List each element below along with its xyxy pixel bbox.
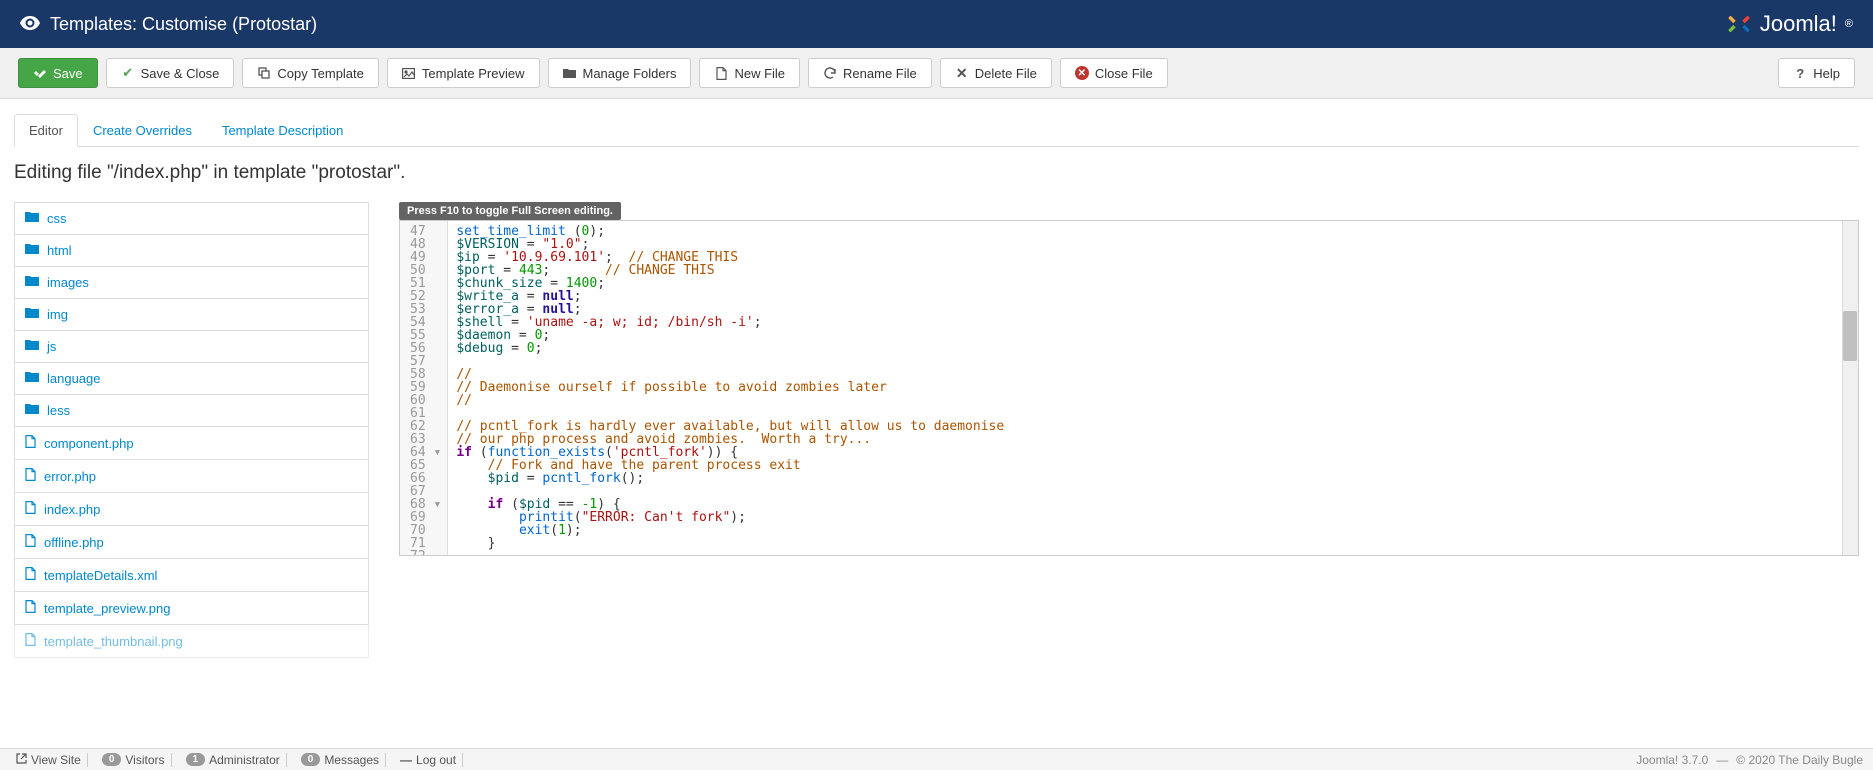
tree-file[interactable]: index.php (14, 492, 369, 526)
brand-text: Joomla! (1760, 11, 1837, 37)
close-file-button[interactable]: ✕ Close File (1060, 58, 1168, 88)
new-file-button[interactable]: New File (699, 58, 800, 88)
code-editor[interactable]: 47 48 49 50 51 52 53 54 55 56 57 58 59 6… (399, 220, 1859, 556)
file-icon (25, 435, 36, 451)
redo-icon (823, 66, 837, 80)
footer-view-site[interactable]: View Site (10, 753, 88, 767)
copy-template-button[interactable]: Copy Template (242, 58, 378, 88)
folder-icon (25, 307, 39, 322)
template-preview-button[interactable]: Template Preview (387, 58, 540, 88)
tree-file[interactable]: template_thumbnail.png (14, 624, 369, 658)
tree-folder[interactable]: js (14, 330, 369, 363)
file-icon (25, 600, 36, 616)
delete-file-button[interactable]: ✕ Delete File (940, 58, 1052, 88)
logout-icon: — (400, 753, 412, 767)
folder-icon (563, 66, 577, 80)
tree-folder[interactable]: css (14, 202, 369, 235)
folder-icon (25, 211, 39, 226)
footer-messages[interactable]: 0 Messages (295, 753, 386, 767)
file-label: template_thumbnail.png (44, 634, 183, 649)
tree-file[interactable]: templateDetails.xml (14, 558, 369, 592)
header: Templates: Customise (Protostar) Joomla!… (0, 0, 1873, 48)
tree-folder[interactable]: language (14, 362, 369, 395)
cancel-icon: ✕ (1075, 66, 1089, 80)
save-button[interactable]: Save (18, 58, 98, 88)
folder-label: css (47, 211, 67, 226)
tree-file[interactable]: component.php (14, 426, 369, 460)
copy-icon (257, 66, 271, 80)
file-icon (25, 534, 36, 550)
file-icon (25, 468, 36, 484)
footer-admins[interactable]: 1 Administrator (180, 753, 287, 767)
folder-icon (25, 403, 39, 418)
file-label: template_preview.png (44, 601, 170, 616)
tree-file[interactable]: template_preview.png (14, 591, 369, 625)
editor-hint: Press F10 to toggle Full Screen editing. (399, 202, 621, 220)
folder-label: images (47, 275, 89, 290)
folder-label: language (47, 371, 101, 386)
image-icon (402, 66, 416, 80)
footer: View Site 0 Visitors 1 Administrator 0 M… (0, 748, 1873, 770)
tree-folder[interactable]: img (14, 298, 369, 331)
folder-label: less (47, 403, 70, 418)
file-icon (714, 66, 728, 80)
tree-file[interactable]: offline.php (14, 525, 369, 559)
folder-icon (25, 339, 39, 354)
file-icon (25, 501, 36, 517)
tree-file[interactable]: error.php (14, 459, 369, 493)
toolbar: Save ✔ Save & Close Copy Template Templa… (0, 48, 1873, 99)
file-icon (25, 567, 36, 583)
help-button[interactable]: ? Help (1778, 58, 1855, 88)
tree-folder[interactable]: images (14, 266, 369, 299)
file-label: error.php (44, 469, 96, 484)
folder-label: js (47, 339, 56, 354)
question-icon: ? (1793, 66, 1807, 80)
tab-editor[interactable]: Editor (14, 114, 78, 147)
rename-file-button[interactable]: Rename File (808, 58, 932, 88)
brand-logo[interactable]: Joomla! ® (1726, 11, 1853, 37)
eye-icon (20, 14, 40, 35)
tabs: Editor Create Overrides Template Descrip… (14, 114, 1859, 147)
file-icon (25, 633, 36, 649)
folder-label: img (47, 307, 68, 322)
file-tree: css html images img js language less component.… (14, 202, 369, 657)
code-body[interactable]: set_time_limit (0); $VERSION = "1.0"; $i… (448, 221, 1858, 555)
footer-copyright: © 2020 The Daily Bugle (1736, 753, 1863, 767)
file-label: index.php (44, 502, 100, 517)
close-icon: ✕ (955, 66, 969, 80)
gutter: 47 48 49 50 51 52 53 54 55 56 57 58 59 6… (400, 221, 448, 555)
folder-icon (25, 243, 39, 258)
scroll-thumb[interactable] (1843, 311, 1857, 361)
footer-logout[interactable]: — Log out (394, 753, 463, 767)
page-title: Templates: Customise (Protostar) (50, 14, 317, 35)
file-label: component.php (44, 436, 134, 451)
joomla-icon (1726, 11, 1752, 37)
tree-folder[interactable]: less (14, 394, 369, 427)
footer-version: Joomla! 3.7.0 (1636, 753, 1708, 767)
folder-icon (25, 371, 39, 386)
folder-icon (25, 275, 39, 290)
file-label: templateDetails.xml (44, 568, 157, 583)
manage-folders-button[interactable]: Manage Folders (548, 58, 692, 88)
save-close-button[interactable]: ✔ Save & Close (106, 58, 235, 88)
apply-icon (33, 66, 47, 80)
check-icon: ✔ (121, 66, 135, 80)
folder-label: html (47, 243, 72, 258)
footer-visitors[interactable]: 0 Visitors (96, 753, 172, 767)
editing-label: Editing file "/index.php" in template "p… (0, 162, 1873, 184)
scrollbar[interactable] (1842, 221, 1858, 555)
tab-create-overrides[interactable]: Create Overrides (78, 114, 207, 147)
page-title-wrap: Templates: Customise (Protostar) (20, 14, 317, 35)
external-link-icon (16, 753, 27, 767)
file-label: offline.php (44, 535, 104, 550)
editor-area: Press F10 to toggle Full Screen editing.… (399, 202, 1859, 657)
tab-template-description[interactable]: Template Description (207, 114, 358, 147)
tree-folder[interactable]: html (14, 234, 369, 267)
